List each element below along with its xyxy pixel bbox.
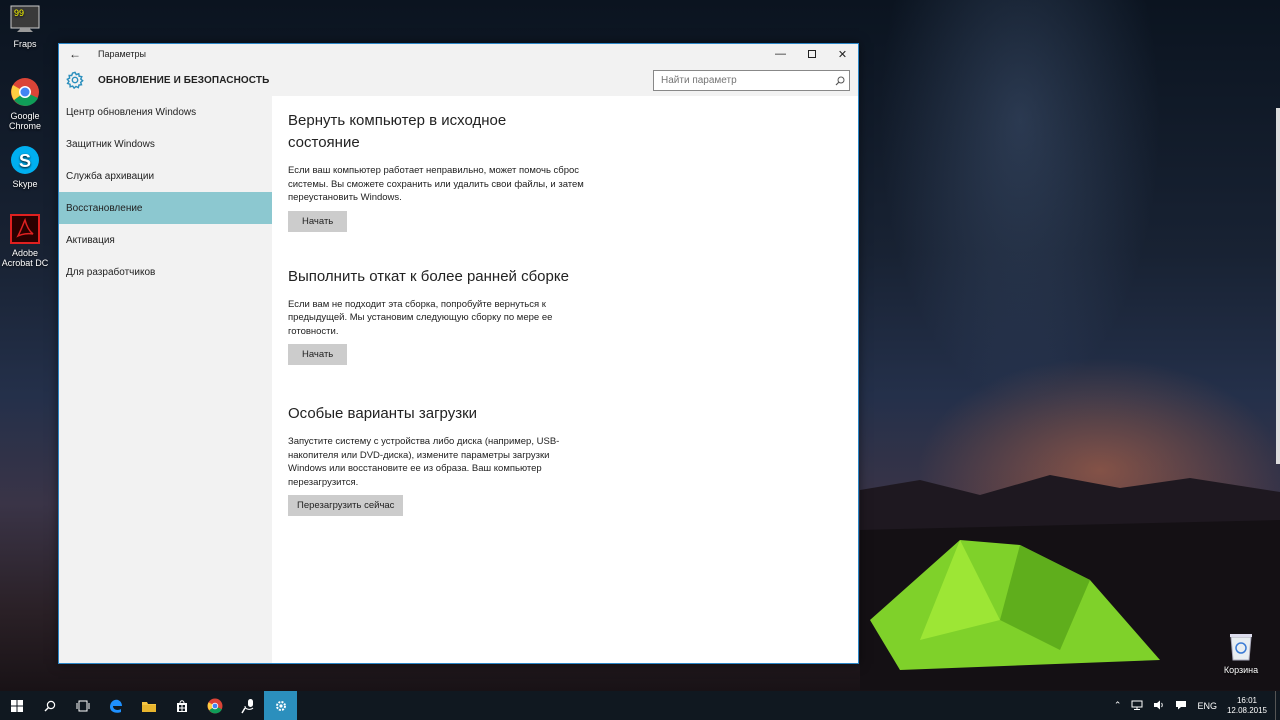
advanced-startup-section: Особые варианты загрузки Запустите систе… [288,403,608,516]
desktop-icon-label: Google Chrome [8,111,41,131]
desktop-icon-recycle-bin[interactable]: Корзина [1216,630,1266,675]
taskbar-recorder-button[interactable] [231,691,264,720]
network-icon[interactable] [1131,700,1143,712]
search-input[interactable] [654,71,831,90]
sidebar-item-label: Центр обновления Windows [66,106,197,118]
microphone-icon [240,698,253,713]
rollback-heading: Выполнить откат к более ранней сборке [288,267,569,285]
taskbar-edge-button[interactable] [99,691,132,720]
settings-header: ОБНОВЛЕНИЕ И БЕЗОПАСНОСТЬ [59,64,858,96]
chrome-icon [9,76,41,108]
sidebar-item-label: Защитник Windows [66,138,155,150]
taskbar-explorer-button[interactable] [132,691,165,720]
sidebar-item-windows-update[interactable]: Центр обновления Windows [59,96,272,128]
sidebar-item-label: Восстановление [66,202,143,214]
window-controls: — ✕ [765,44,858,64]
maximize-icon [807,50,816,58]
settings-window: ← Параметры — ✕ ОБНОВЛЕНИЕ И БЕЗОПАСНОСТ… [58,43,859,664]
close-button[interactable]: ✕ [827,44,858,64]
search-box[interactable] [653,70,850,91]
restart-now-button[interactable]: Перезагрузить сейчас [288,495,404,516]
start-button[interactable] [0,691,33,720]
sidebar-item-activation[interactable]: Активация [59,224,272,256]
advanced-startup-heading: Особые варианты загрузки [288,405,478,422]
reset-pc-section: Вернуть компьютер в исходное состояние Е… [288,110,584,232]
page-title: ОБНОВЛЕНИЕ И БЕЗОПАСНОСТЬ [98,74,270,86]
desktop-icon-label: Fraps [13,39,37,49]
store-icon [176,699,187,712]
desktop-edge-strip [1276,108,1280,464]
reset-pc-description: Если ваш компьютер работает неправильно,… [288,165,584,203]
title-bar: ← Параметры — ✕ [59,44,858,64]
rollback-start-button[interactable]: Начать [288,344,348,365]
windows-logo-icon [10,699,23,712]
taskbar-settings-button[interactable] [264,691,297,720]
sidebar-item-backup[interactable]: Служба архивации [59,160,272,192]
window-title: Параметры [98,49,146,59]
system-tray: ⌃ ENG 16:01 12.08.2015 [1109,691,1280,720]
chevron-up-icon[interactable]: ⌃ [1114,700,1122,711]
advanced-startup-description: Запустите систему с устройства либо диск… [288,436,560,488]
back-button[interactable]: ← [59,44,91,64]
taskbar-chrome-button[interactable] [198,691,231,720]
chrome-icon [207,698,222,713]
clock-date: 12.08.2015 [1226,705,1267,715]
fraps-icon: 99 [9,4,41,36]
desktop-icon-label: Skype [12,179,38,189]
desktop-icon-acrobat[interactable]: Adobe Acrobat DC [0,213,50,268]
close-icon: ✕ [837,48,848,61]
recovery-content: Вернуть компьютер в исходное состояние Е… [288,110,608,516]
sidebar-item-recovery[interactable]: Восстановление [59,192,272,224]
folder-icon [141,701,156,712]
desktop-icon-label: Корзина [1223,665,1259,675]
skype-icon: S [9,144,41,176]
svg-text:S: S [19,151,31,171]
desktop-icon-fraps[interactable]: 99 Fraps [0,4,50,49]
taskbar-store-button[interactable] [165,691,198,720]
minimize-button[interactable]: — [765,44,796,64]
clock-time: 16:01 [1236,695,1257,705]
message-icon[interactable] [1175,700,1187,712]
task-view-icon [76,700,89,711]
gear-icon [275,700,286,711]
desktop-icon-skype[interactable]: S Skype [0,144,50,189]
reset-pc-start-button[interactable]: Начать [288,210,348,232]
edge-icon [109,699,122,713]
sidebar-item-label: Активация [66,234,115,246]
gear-icon [66,71,84,89]
desktop-icon-label: Adobe Acrobat DC [1,248,49,268]
search-icon [44,700,55,711]
reset-pc-heading: Вернуть компьютер в исходное состояние [288,112,507,151]
language-indicator[interactable]: ENG [1197,701,1217,711]
sidebar-item-label: Служба архивации [66,170,155,182]
recycle-bin-icon [1225,630,1257,662]
sidebar-item-label: Для разработчиков [66,266,156,278]
back-arrow-icon: ← [69,47,81,61]
volume-icon[interactable] [1153,700,1165,712]
rollback-description: Если вам не подходит эта сборка, попробу… [288,298,553,337]
minimize-icon: — [775,48,786,60]
maximize-button[interactable] [796,44,827,64]
acrobat-icon [9,213,41,245]
sidebar-item-windows-defender[interactable]: Защитник Windows [59,128,272,160]
desktop-icon-chrome[interactable]: Google Chrome [0,76,50,131]
svg-text:99: 99 [14,8,24,18]
show-desktop-button[interactable] [1275,691,1280,720]
clock[interactable]: 16:01 12.08.2015 [1227,696,1267,716]
sidebar-item-developers[interactable]: Для разработчиков [59,256,272,288]
search-icon[interactable] [831,76,849,86]
rollback-section: Выполнить откат к более ранней сборке Ес… [288,266,588,365]
taskbar-search-button[interactable] [33,691,66,720]
task-view-button[interactable] [66,691,99,720]
taskbar: ⌃ ENG 16:01 12.08.2015 [0,691,1280,720]
sidebar: Центр обновления Windows Защитник Window… [59,96,272,663]
